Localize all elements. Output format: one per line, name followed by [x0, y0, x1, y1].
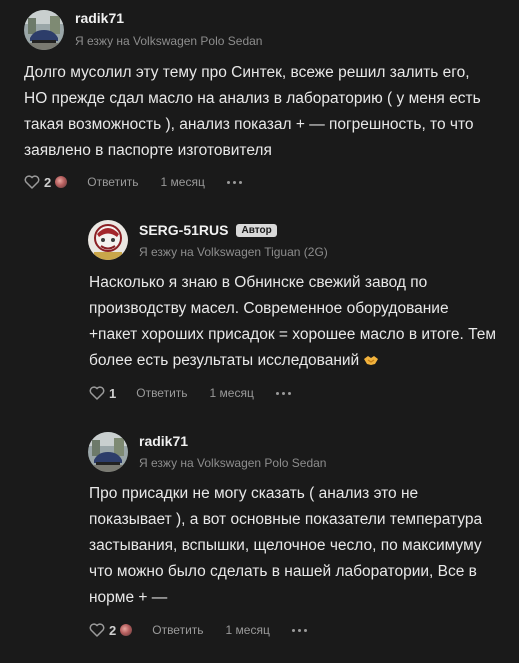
- comment-text: Насколько я знаю в Обнинске свежий завод…: [89, 270, 499, 374]
- comment-text: Про присадки не могу сказать ( анализ эт…: [89, 485, 483, 606]
- comment-time: 1 месяц: [209, 386, 254, 400]
- author-name[interactable]: radik71: [75, 10, 124, 26]
- author-name-text[interactable]: SERG-51RUS: [139, 222, 228, 238]
- avatar[interactable]: [24, 10, 64, 50]
- like-count: 2: [44, 174, 52, 190]
- comment-text: Долго мусолил эту тему про Синтек, всеже…: [24, 64, 481, 159]
- author-car[interactable]: Я езжу на Volkswagen Tiguan (2G): [139, 245, 328, 259]
- heart-icon: [24, 175, 40, 189]
- author-car[interactable]: Я езжу на Volkswagen Polo Sedan: [139, 456, 326, 470]
- comment-actions: 2 Ответить 1 месяц: [24, 173, 242, 191]
- avatar[interactable]: [88, 220, 128, 260]
- like-button[interactable]: 2: [89, 622, 133, 638]
- comment-time: 1 месяц: [160, 175, 205, 189]
- more-dots-icon[interactable]: [291, 628, 307, 632]
- more-dots-icon[interactable]: [275, 391, 291, 395]
- like-button[interactable]: 1: [89, 386, 116, 401]
- comment-actions: 1 Ответить 1 месяц: [89, 384, 291, 402]
- reply-button[interactable]: Ответить: [87, 175, 138, 189]
- heart-icon: [89, 386, 105, 400]
- comment-time: 1 месяц: [225, 623, 270, 637]
- comment-actions: 2 Ответить 1 месяц: [89, 621, 307, 639]
- like-count: 1: [109, 385, 117, 401]
- author-car[interactable]: Я езжу на Volkswagen Polo Sedan: [75, 34, 262, 48]
- author-badge: Автор: [236, 224, 277, 237]
- author-name[interactable]: radik71: [139, 433, 188, 449]
- reply-button[interactable]: Ответить: [152, 623, 203, 637]
- liker-avatar: [120, 624, 133, 636]
- handshake-emoji-icon: [364, 356, 379, 365]
- heart-icon: [89, 623, 105, 637]
- comment-text-content: Насколько я знаю в Обнинске свежий завод…: [89, 274, 497, 369]
- more-dots-icon[interactable]: [226, 180, 242, 184]
- author-name[interactable]: SERG-51RUS Автор: [139, 222, 277, 238]
- like-button[interactable]: 2: [24, 174, 68, 190]
- like-count: 2: [109, 622, 117, 638]
- liker-avatar: [55, 176, 68, 188]
- reply-button[interactable]: Ответить: [136, 386, 187, 400]
- avatar[interactable]: [88, 432, 128, 472]
